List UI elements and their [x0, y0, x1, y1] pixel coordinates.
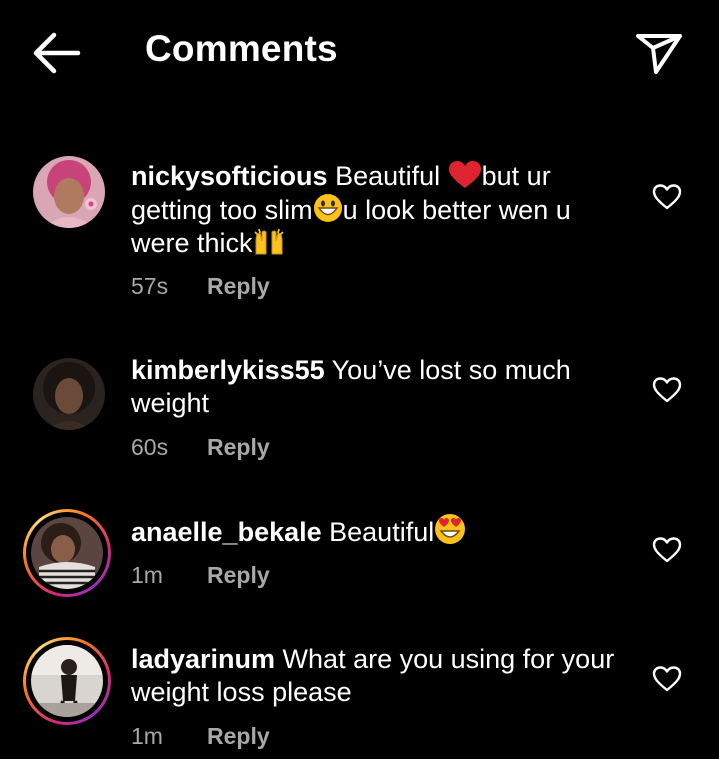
comment-text: anaelle_bekale Beautiful — [131, 513, 631, 549]
comment-username[interactable]: kimberlykiss55 — [131, 355, 325, 385]
comment-timestamp: 1m — [131, 562, 163, 588]
grinning-face-icon — [313, 194, 342, 222]
back-arrow-icon[interactable] — [30, 31, 82, 75]
comment-timestamp: 57s — [131, 273, 169, 299]
comment-meta: 60s Reply — [131, 434, 270, 461]
avatar-image — [31, 645, 103, 717]
comment-username[interactable]: anaelle_bekale — [131, 517, 322, 547]
comment-meta: 57s Reply — [131, 273, 270, 300]
reply-button[interactable]: Reply — [207, 273, 270, 299]
comment-username[interactable]: nickysofticious — [131, 161, 328, 191]
comment-username[interactable]: ladyarinum — [131, 644, 275, 674]
like-heart-icon[interactable] — [652, 376, 682, 404]
comment-timestamp: 60s — [131, 434, 169, 460]
direct-send-icon[interactable] — [634, 30, 684, 76]
page-title: Comments — [145, 28, 338, 69]
reply-button[interactable]: Reply — [207, 562, 270, 588]
heart-eyes-face-icon — [435, 514, 466, 544]
like-heart-icon[interactable] — [652, 665, 682, 693]
avatar[interactable] — [33, 156, 105, 228]
comment-text: ladyarinum What are you using for your w… — [131, 644, 615, 707]
avatar-image — [31, 517, 103, 589]
reply-button[interactable]: Reply — [207, 434, 270, 460]
avatar-image — [33, 156, 105, 228]
comment-meta: 1m Reply — [131, 723, 270, 750]
avatar-story-ring[interactable] — [23, 637, 111, 725]
avatar-image — [33, 358, 105, 430]
reply-button[interactable]: Reply — [207, 723, 270, 749]
raised-hands-icon — [253, 228, 284, 255]
comment-timestamp: 1m — [131, 723, 163, 749]
like-heart-icon[interactable] — [652, 536, 682, 564]
comment-text: kimberlykiss55 You’ve lost so much weigh… — [131, 355, 571, 418]
avatar[interactable] — [33, 358, 105, 430]
red-heart-icon — [448, 161, 481, 188]
comment-meta: 1m Reply — [131, 562, 270, 589]
comment-text: nickysofticious Beautiful but ur getting… — [131, 161, 571, 258]
avatar-story-ring[interactable] — [23, 509, 111, 597]
like-heart-icon[interactable] — [652, 183, 682, 211]
header-bar: Comments — [0, 0, 719, 105]
